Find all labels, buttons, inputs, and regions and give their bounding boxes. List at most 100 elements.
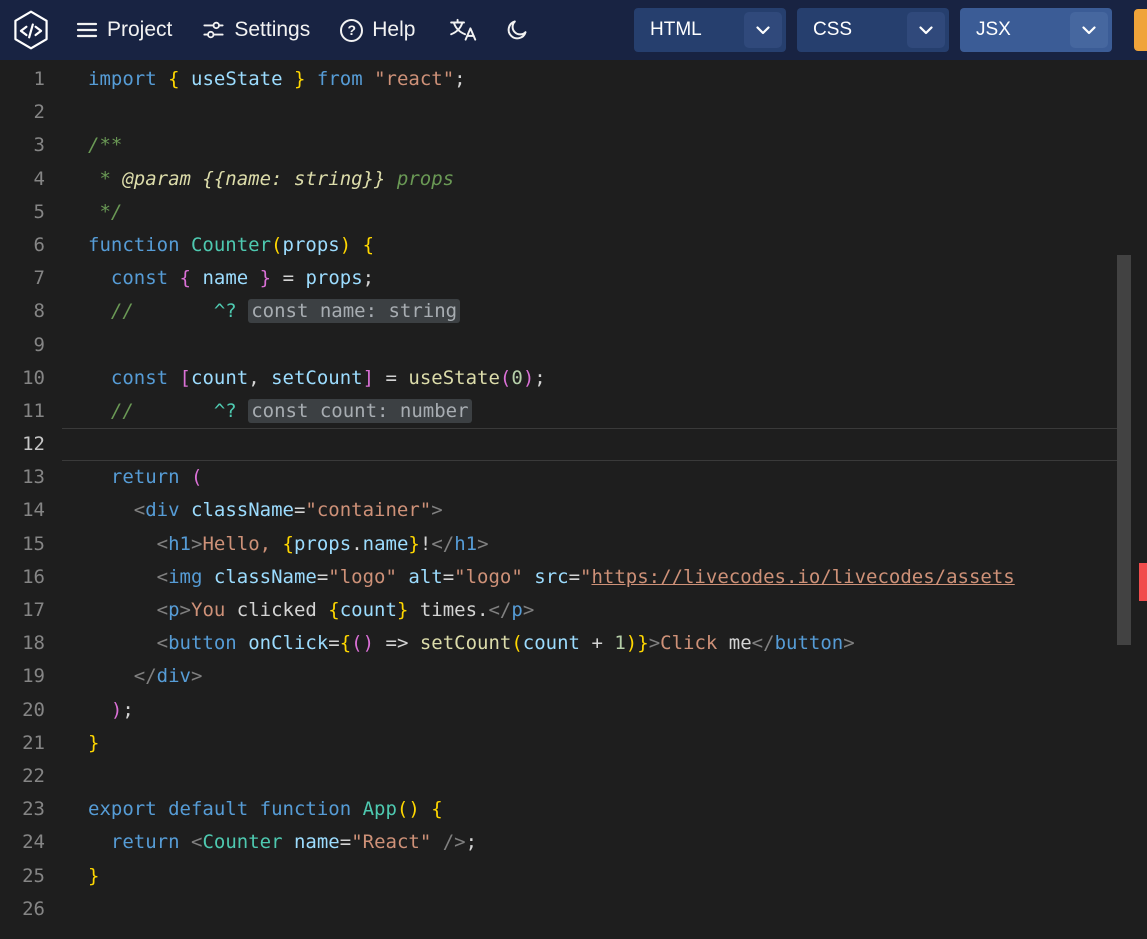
line-content[interactable] — [62, 329, 1117, 362]
tab-html-dropdown[interactable] — [744, 12, 782, 48]
code-line[interactable]: 5 */ — [0, 196, 1147, 229]
partial-edge-button[interactable] — [1134, 9, 1147, 51]
code-line[interactable]: 7 const { name } = props; — [0, 262, 1147, 295]
code-editor[interactable]: 1import { useState } from "react";23/**4… — [0, 60, 1147, 939]
livecodes-logo[interactable] — [8, 7, 54, 53]
code-token: > — [191, 533, 202, 555]
code-token: () — [351, 632, 374, 654]
code-line[interactable]: 22 — [0, 760, 1147, 793]
code-token: props — [305, 267, 362, 289]
help-menu[interactable]: ? Help — [340, 18, 415, 42]
line-content[interactable]: export default function App() { — [62, 793, 1117, 826]
line-content[interactable]: </div> — [62, 660, 1117, 693]
code-line[interactable]: 16 <img className="logo" alt="logo" src=… — [0, 561, 1147, 594]
line-content[interactable]: <h1>Hello, {props.name}!</h1> — [62, 528, 1117, 561]
dark-mode-button[interactable] — [505, 18, 529, 42]
code-token: Hello, — [202, 533, 271, 555]
code-token: </ — [431, 533, 454, 555]
code-token — [88, 400, 111, 422]
line-content[interactable]: /** — [62, 129, 1117, 162]
code-token — [88, 831, 111, 853]
code-line[interactable]: 25} — [0, 860, 1147, 893]
line-content[interactable]: <img className="logo" alt="logo" src="ht… — [62, 561, 1117, 594]
code-token: > — [523, 599, 534, 621]
line-content[interactable]: const [count, setCount] = useState(0); — [62, 362, 1117, 395]
code-token: </ — [752, 632, 775, 654]
code-token — [237, 400, 248, 422]
code-line[interactable]: 1import { useState } from "react"; — [0, 63, 1147, 96]
code-token — [202, 566, 213, 588]
code-line[interactable]: 23export default function App() { — [0, 793, 1147, 826]
line-content[interactable]: <button onClick={() => setCount(count + … — [62, 627, 1117, 660]
tab-jsx-dropdown[interactable] — [1070, 12, 1108, 48]
code-token: button — [168, 632, 237, 654]
code-line[interactable]: 18 <button onClick={() => setCount(count… — [0, 627, 1147, 660]
project-menu[interactable]: Project — [76, 18, 172, 42]
code-line[interactable]: 9 — [0, 329, 1147, 362]
code-line[interactable]: 8 // ^? const name: string — [0, 295, 1147, 328]
code-token: < — [157, 566, 168, 588]
line-content[interactable]: <p>You clicked {count} times.</p> — [62, 594, 1117, 627]
line-content[interactable]: function Counter(props) { — [62, 229, 1117, 262]
code-token: ; — [534, 367, 545, 389]
line-number: 6 — [0, 229, 62, 262]
line-content[interactable] — [62, 760, 1117, 793]
code-line[interactable]: 26 — [0, 893, 1147, 926]
line-content[interactable]: * @param {{name: string}} props — [62, 163, 1117, 196]
line-content[interactable]: return <Counter name="React" />; — [62, 826, 1117, 859]
code-line[interactable]: 3/** — [0, 129, 1147, 162]
code-token: name — [294, 831, 340, 853]
code-token: { — [328, 599, 339, 621]
code-line[interactable]: 14 <div className="container"> — [0, 494, 1147, 527]
line-content[interactable]: } — [62, 727, 1117, 760]
code-token: setCount — [420, 632, 512, 654]
code-token: } — [397, 599, 408, 621]
project-menu-label: Project — [107, 18, 172, 42]
line-content[interactable]: <div className="container"> — [62, 494, 1117, 527]
code-line[interactable]: 24 return <Counter name="React" />; — [0, 826, 1147, 859]
code-line[interactable]: 20 ); — [0, 694, 1147, 727]
code-token: ; — [122, 699, 133, 721]
code-line[interactable]: 4 * @param {{name: string}} props — [0, 163, 1147, 196]
line-content[interactable]: */ — [62, 196, 1117, 229]
code-token: export — [88, 798, 157, 820]
code-token: </ — [488, 599, 511, 621]
code-token: ; — [466, 831, 477, 853]
line-content[interactable] — [62, 428, 1117, 461]
code-line[interactable]: 10 const [count, setCount] = useState(0)… — [0, 362, 1147, 395]
scrollbar-thumb[interactable] — [1117, 255, 1131, 645]
code-line[interactable]: 21} — [0, 727, 1147, 760]
code-line[interactable]: 6function Counter(props) { — [0, 229, 1147, 262]
code-token: App — [363, 798, 397, 820]
code-line[interactable]: 19 </div> — [0, 660, 1147, 693]
code-line[interactable]: 11 // ^? const count: number — [0, 395, 1147, 428]
code-token: /> — [443, 831, 466, 853]
line-content[interactable]: const { name } = props; — [62, 262, 1117, 295]
line-content[interactable]: // ^? const count: number — [62, 395, 1117, 428]
line-content[interactable]: return ( — [62, 461, 1117, 494]
tab-css-dropdown[interactable] — [907, 12, 945, 48]
code-token — [180, 831, 191, 853]
tab-html[interactable]: HTML — [634, 8, 786, 52]
settings-menu[interactable]: Settings — [202, 18, 310, 42]
line-content[interactable]: // ^? const name: string — [62, 295, 1117, 328]
code-line[interactable]: 17 <p>You clicked {count} times.</p> — [0, 594, 1147, 627]
code-token — [168, 267, 179, 289]
code-line[interactable]: 2 — [0, 96, 1147, 129]
translate-button[interactable] — [449, 17, 479, 43]
code-token — [157, 798, 168, 820]
tab-jsx[interactable]: JSX — [960, 8, 1112, 52]
code-line[interactable]: 12 — [0, 428, 1147, 461]
line-content[interactable] — [62, 96, 1117, 129]
line-content[interactable]: import { useState } from "react"; — [62, 63, 1117, 96]
tab-html-label: HTML — [634, 19, 744, 41]
line-number: 7 — [0, 262, 62, 295]
code-token: ^? — [214, 300, 237, 322]
line-content[interactable]: ); — [62, 694, 1117, 727]
code-line[interactable]: 15 <h1>Hello, {props.name}!</h1> — [0, 528, 1147, 561]
tab-css-label: CSS — [797, 19, 907, 41]
tab-css[interactable]: CSS — [797, 8, 949, 52]
line-content[interactable]: } — [62, 860, 1117, 893]
line-content[interactable] — [62, 893, 1117, 926]
code-line[interactable]: 13 return ( — [0, 461, 1147, 494]
